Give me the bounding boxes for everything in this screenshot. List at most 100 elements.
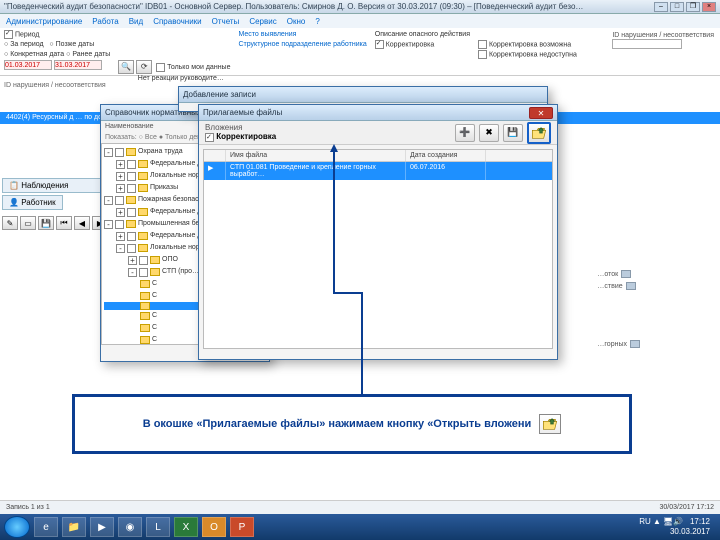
task-app-icon[interactable]: L: [146, 517, 170, 537]
menu-view[interactable]: Вид: [129, 17, 143, 26]
task-explorer-icon[interactable]: 📁: [62, 517, 86, 537]
system-tray[interactable]: RU ▲ 🖥🔊 17:12 30.03.2017: [639, 517, 716, 537]
arrow-line-2: [361, 292, 363, 394]
expander-icon[interactable]: +: [116, 172, 125, 181]
date-to-input[interactable]: [54, 60, 102, 70]
menu-help[interactable]: ?: [315, 17, 319, 26]
edit-icon[interactable]: ✎: [2, 216, 18, 230]
form-icon[interactable]: ▭: [20, 216, 36, 230]
attach-corr-label: Корректировка: [216, 132, 276, 141]
corr-possible-label: Корректировка возможна: [489, 41, 571, 48]
search-icon[interactable]: 🔍: [118, 60, 134, 74]
tree-check[interactable]: [127, 172, 136, 181]
tiny-icon[interactable]: [630, 340, 640, 348]
struct-link[interactable]: Структурное подразделение работника: [238, 40, 366, 50]
minimize-button[interactable]: –: [654, 2, 668, 12]
prev-icon[interactable]: ◀: [74, 216, 90, 230]
attach-file-date: 06.07.2016: [406, 162, 486, 180]
corr-checkbox[interactable]: [375, 40, 384, 49]
attach-add-icon[interactable]: ➕: [455, 124, 475, 142]
window-buttons: – □ ❐ ×: [654, 2, 716, 12]
close-button[interactable]: ×: [702, 2, 716, 12]
tree-check[interactable]: [115, 220, 124, 229]
task-media-icon[interactable]: ▶: [90, 517, 114, 537]
period-checkbox[interactable]: [4, 30, 13, 39]
menu-work[interactable]: Работа: [92, 17, 118, 26]
folder-icon: [138, 172, 148, 180]
tree-check[interactable]: [139, 268, 148, 277]
maximize-button[interactable]: □: [670, 2, 684, 12]
folder-icon: [140, 280, 150, 288]
filter-panel: Период ○ За период ○ Позже даты ○ Конкре…: [0, 28, 720, 76]
tiny-icon[interactable]: [626, 282, 636, 290]
corr-possible-checkbox[interactable]: [478, 40, 487, 49]
expander-icon[interactable]: -: [104, 220, 113, 229]
expander-icon[interactable]: +: [128, 256, 137, 265]
tree-check[interactable]: [127, 208, 136, 217]
tree-orders[interactable]: Приказы: [150, 182, 178, 194]
menu-refs[interactable]: Справочники: [153, 17, 201, 26]
place-link[interactable]: Место выявления: [238, 30, 366, 40]
expander-icon[interactable]: +: [116, 160, 125, 169]
tiny-icon[interactable]: [621, 270, 631, 278]
folder-icon: [140, 312, 150, 320]
tray-lang[interactable]: RU: [639, 517, 651, 526]
attach-col-date[interactable]: Дата создания: [406, 150, 486, 161]
attachments-title[interactable]: Прилагаемые файлы ✕: [199, 105, 557, 121]
tree-ohrana[interactable]: Охрана труда: [138, 146, 183, 158]
attach-open-button[interactable]: [527, 122, 551, 144]
expander-icon[interactable]: -: [104, 196, 113, 205]
expander-icon[interactable]: -: [116, 244, 125, 253]
corr-unavail-checkbox[interactable]: [478, 50, 487, 59]
callout-text: В окошке «Прилагаемые файлы» нажимаем кн…: [143, 418, 532, 430]
arrow-line: [333, 152, 335, 292]
tree-check[interactable]: [127, 244, 136, 253]
refresh-icon[interactable]: ⟳: [136, 60, 152, 74]
attachments-title-text: Прилагаемые файлы: [203, 108, 282, 117]
only-mine-checkbox[interactable]: [156, 63, 165, 72]
date-from-input[interactable]: [4, 60, 52, 70]
tree-check[interactable]: [127, 160, 136, 169]
tree-check[interactable]: [127, 232, 136, 241]
menu-window[interactable]: Окно: [287, 17, 306, 26]
add-record-title[interactable]: Добавление записи: [179, 87, 547, 103]
start-button[interactable]: [4, 516, 30, 538]
attach-col-file[interactable]: Имя файла: [226, 150, 406, 161]
close-icon[interactable]: ✕: [529, 107, 553, 119]
arrow-head-icon: [330, 144, 338, 152]
menu-reports[interactable]: Отчеты: [212, 17, 240, 26]
expander-icon[interactable]: +: [116, 232, 125, 241]
expander-icon[interactable]: +: [116, 208, 125, 217]
tree-check[interactable]: [127, 184, 136, 193]
tree-check[interactable]: [115, 148, 124, 157]
first-icon[interactable]: ⏮: [56, 216, 72, 230]
attach-row-selected[interactable]: ▶ СТП 01.081 Проведение и крепление горн…: [204, 162, 552, 180]
restore-button[interactable]: ❐: [686, 2, 700, 12]
expander-icon[interactable]: -: [104, 148, 113, 157]
task-chrome-icon[interactable]: ◉: [118, 517, 142, 537]
menu-service[interactable]: Сервис: [249, 17, 276, 26]
tree-check[interactable]: [139, 256, 148, 265]
attach-save-icon[interactable]: 💾: [503, 124, 523, 142]
task-ie-icon[interactable]: e: [34, 517, 58, 537]
attach-file-name: СТП 01.081 Проведение и крепление горных…: [226, 162, 406, 180]
violation-input[interactable]: [612, 39, 682, 49]
expander-icon[interactable]: +: [116, 184, 125, 193]
attach-corr-checkbox[interactable]: [205, 133, 214, 142]
menu-admin[interactable]: Администрирование: [6, 17, 82, 26]
ref-col-name: Наименование: [105, 123, 154, 130]
folder-icon: [138, 232, 148, 240]
folder-icon: [138, 244, 148, 252]
tree-stp[interactable]: СТП (про…: [162, 266, 199, 278]
tab-worker[interactable]: 👤 Работник: [2, 195, 63, 210]
attach-delete-icon[interactable]: ✖: [479, 124, 499, 142]
tree-check[interactable]: [115, 196, 124, 205]
task-excel-icon[interactable]: X: [174, 517, 198, 537]
task-outlook-icon[interactable]: O: [202, 517, 226, 537]
expander-icon[interactable]: -: [128, 268, 137, 277]
task-powerpoint-icon[interactable]: P: [230, 517, 254, 537]
save-icon[interactable]: 💾: [38, 216, 54, 230]
instruction-callout: В окошке «Прилагаемые файлы» нажимаем кн…: [72, 394, 632, 454]
tree-opo[interactable]: ОПО: [162, 254, 178, 266]
ref-all-label[interactable]: Все: [145, 134, 157, 141]
